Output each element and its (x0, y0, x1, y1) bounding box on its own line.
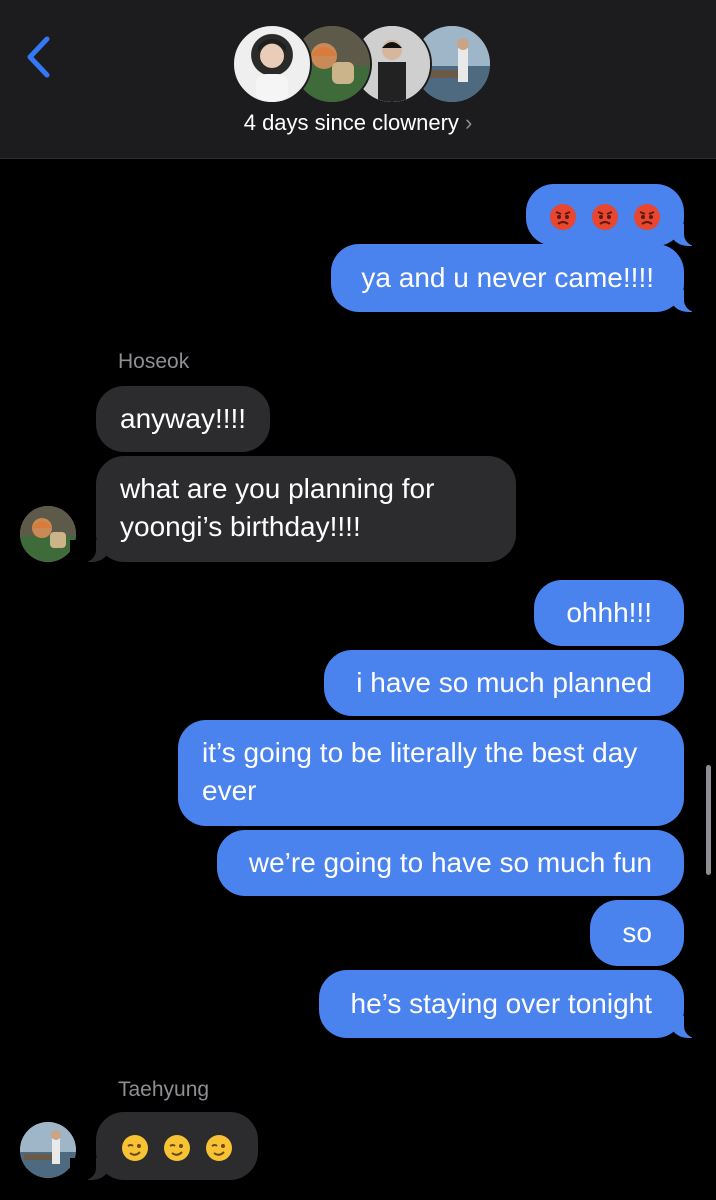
message-text: we’re going to have so much fun (248, 847, 652, 878)
message-bubble-incoming[interactable]: what are you planning for yoongi’s birth… (70, 456, 516, 562)
chevron-left-icon (27, 36, 50, 78)
message-bubble-outgoing[interactable]: i have so much planned (324, 650, 684, 716)
group-avatars[interactable] (232, 24, 492, 104)
message-bubble-outgoing[interactable]: ohhh!!! (534, 580, 684, 646)
group-name[interactable]: 4 days since clownery › (0, 110, 716, 136)
message-text: ya and u never came!!!! (361, 262, 654, 293)
message-bubble-outgoing[interactable]: ya and u never came!!!! (331, 244, 710, 312)
message-bubble-outgoing[interactable]: we’re going to have so much fun (216, 830, 684, 896)
message-text: it’s going to be literally the best day … (202, 737, 638, 806)
chevron-right-icon: › (464, 110, 473, 135)
scrollbar[interactable] (706, 765, 711, 875)
message-text: what are you planning for yoongi’s birth… (120, 473, 435, 542)
message-text: so (622, 917, 652, 948)
avatar (232, 24, 312, 104)
angry-face-icon (634, 203, 660, 230)
winking-face-icon (122, 1134, 148, 1161)
message-text: he’s staying over tonight (350, 988, 652, 1019)
message-bubble-incoming[interactable]: anyway!!!! (96, 386, 271, 452)
message-bubble-outgoing[interactable] (526, 184, 710, 246)
sender-name: Taehyung (118, 1078, 210, 1101)
message-bubble-incoming[interactable] (70, 1112, 258, 1180)
avatar[interactable] (20, 1122, 76, 1178)
message-list[interactable]: ya and u never came!!!! Hoseok anyway!!!… (0, 158, 716, 1200)
angry-face-icon (592, 203, 619, 230)
message-bubble-outgoing[interactable]: it’s going to be literally the best day … (178, 720, 684, 826)
message-text: ohhh!!! (566, 597, 652, 628)
conversation-header: 4 days since clownery › (0, 0, 716, 159)
angry-face-icon (550, 203, 577, 230)
avatar[interactable] (20, 506, 76, 562)
message-bubble-outgoing[interactable]: so (590, 900, 684, 966)
sender-name: Hoseok (118, 350, 190, 373)
message-text: i have so much planned (356, 667, 652, 698)
back-button[interactable] (18, 32, 58, 82)
message-bubble-outgoing[interactable]: he’s staying over tonight (318, 970, 711, 1038)
message-text: anyway!!!! (120, 403, 247, 434)
winking-face-icon (205, 1134, 232, 1161)
winking-face-icon (163, 1134, 190, 1161)
group-name-label: 4 days since clownery (243, 110, 459, 135)
